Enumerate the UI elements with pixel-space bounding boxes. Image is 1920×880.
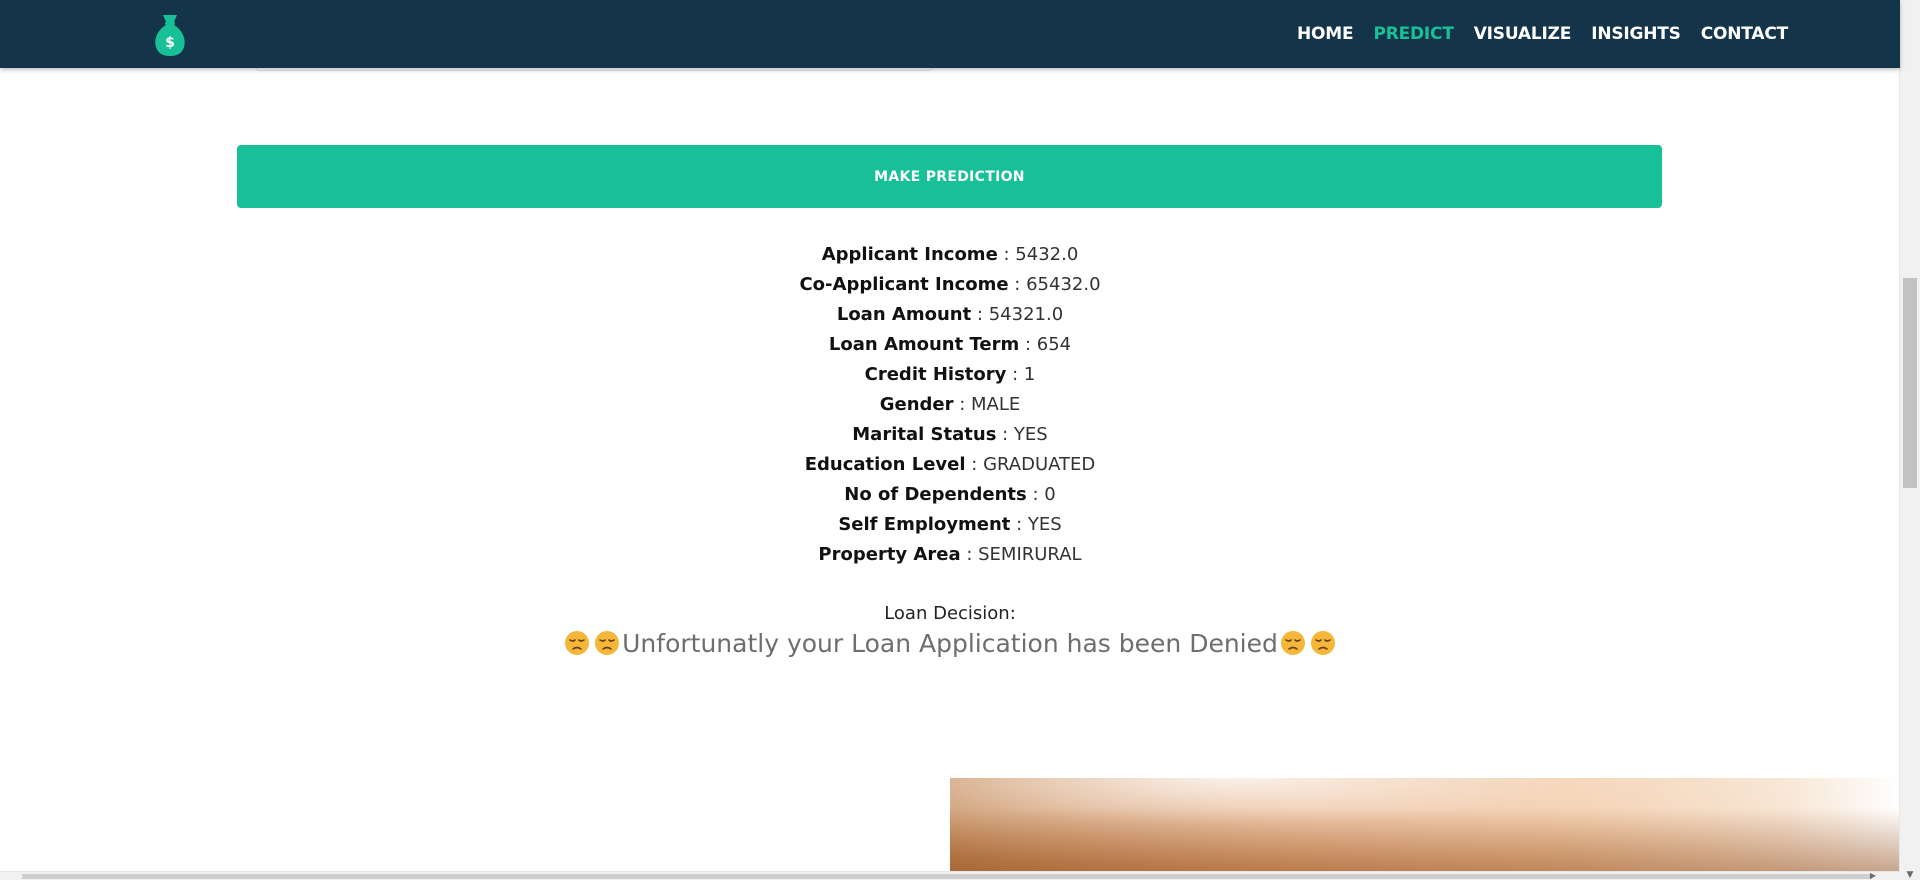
- money-bag-icon[interactable]: $: [152, 13, 188, 57]
- result-row: Self Employment : YES: [0, 510, 1900, 540]
- nav-link-visualize[interactable]: VISUALIZE: [1474, 24, 1572, 44]
- result-separator: :: [1019, 334, 1037, 355]
- background-photo: [950, 778, 1900, 874]
- result-value: MALE: [971, 394, 1021, 415]
- result-value: 0: [1044, 484, 1056, 505]
- result-separator: :: [996, 424, 1014, 445]
- loan-decision-message: Unfortunatly your Loan Application has b…: [0, 626, 1900, 662]
- result-label: Marital Status: [852, 424, 997, 445]
- pensive-face-icon: [595, 631, 620, 655]
- result-row: Loan Amount : 54321.0: [0, 300, 1900, 330]
- scroll-right-arrow-icon[interactable]: ▶: [1868, 872, 1878, 880]
- result-separator: :: [965, 454, 984, 475]
- nav-link-insights[interactable]: INSIGHTS: [1591, 24, 1681, 44]
- result-separator: :: [1008, 274, 1027, 295]
- result-separator: :: [997, 244, 1016, 265]
- result-value: 1: [1023, 364, 1036, 385]
- pensive-face-icon: [1310, 631, 1335, 655]
- result-value: 65432.0: [1026, 274, 1101, 295]
- nav-link-predict[interactable]: PREDICT: [1373, 24, 1453, 44]
- nav-link-contact[interactable]: CONTACT: [1701, 24, 1788, 44]
- result-label: Applicant Income: [821, 244, 998, 265]
- result-row: Applicant Income : 5432.0: [0, 240, 1900, 270]
- result-row: Co-Applicant Income : 65432.0: [0, 270, 1900, 300]
- page: $ HOME PREDICT VISUALIZE INSIGHTS CONTACT MA…: [0, 0, 1920, 880]
- result-value: 5432.0: [1015, 244, 1079, 265]
- result-row: Loan Amount Term : 654: [0, 330, 1900, 360]
- result-value: 654: [1036, 334, 1072, 355]
- result-separator: :: [971, 304, 989, 325]
- result-label: Self Employment: [838, 514, 1011, 535]
- result-row: Credit History : 1: [0, 360, 1900, 390]
- result-separator: :: [1026, 484, 1045, 505]
- result-value: YES: [1013, 424, 1048, 445]
- pensive-face-icon: [1280, 631, 1305, 655]
- horizontal-scrollbar[interactable]: ▶: [0, 871, 1900, 880]
- result-label: Loan Amount Term: [828, 334, 1020, 355]
- result-label: Property Area: [818, 544, 961, 565]
- photo-shade: [950, 808, 1900, 874]
- result-label: Gender: [879, 394, 954, 415]
- decision-message-text: Unfortunatly your Loan Application has b…: [622, 629, 1278, 658]
- result-row: Property Area : SEMIRURAL: [0, 540, 1900, 570]
- result-separator: :: [960, 544, 979, 565]
- result-row: Education Level : GRADUATED: [0, 450, 1900, 480]
- loan-decision-label: Loan Decision:: [884, 603, 1016, 624]
- scroll-down-arrow-icon[interactable]: ▼: [1902, 870, 1918, 880]
- vertical-scrollbar-thumb[interactable]: [1903, 278, 1917, 488]
- prediction-summary: Applicant Income : 5432.0 Co-Applicant In…: [0, 240, 1900, 570]
- pensive-face-icon: [565, 631, 590, 655]
- horizontal-scrollbar-thumb[interactable]: [22, 874, 1872, 879]
- result-label: Credit History: [864, 364, 1007, 385]
- result-label: Loan Amount: [836, 304, 972, 325]
- svg-text:$: $: [165, 35, 175, 51]
- result-separator: :: [953, 394, 972, 415]
- result-separator: :: [1006, 364, 1024, 385]
- result-label: Co-Applicant Income: [799, 274, 1009, 295]
- result-row: No of Dependents : 0: [0, 480, 1900, 510]
- nav-link-home[interactable]: HOME: [1297, 24, 1354, 44]
- nav-menu: HOME PREDICT VISUALIZE INSIGHTS CONTACT: [1297, 0, 1788, 68]
- result-value: YES: [1027, 514, 1062, 535]
- result-value: GRADUATED: [983, 454, 1096, 475]
- result-label: No of Dependents: [844, 484, 1027, 505]
- make-prediction-button[interactable]: MAKE PREDICTION: [237, 145, 1662, 208]
- vertical-scrollbar[interactable]: ▼: [1899, 0, 1920, 880]
- navbar: $ HOME PREDICT VISUALIZE INSIGHTS CONTACT: [0, 0, 1900, 68]
- result-row: Gender : MALE: [0, 390, 1900, 420]
- result-label: Education Level: [804, 454, 966, 475]
- result-row: Marital Status : YES: [0, 420, 1900, 450]
- result-value: 54321.0: [988, 304, 1064, 325]
- result-value: SEMIRURAL: [978, 544, 1082, 565]
- result-separator: :: [1010, 514, 1028, 535]
